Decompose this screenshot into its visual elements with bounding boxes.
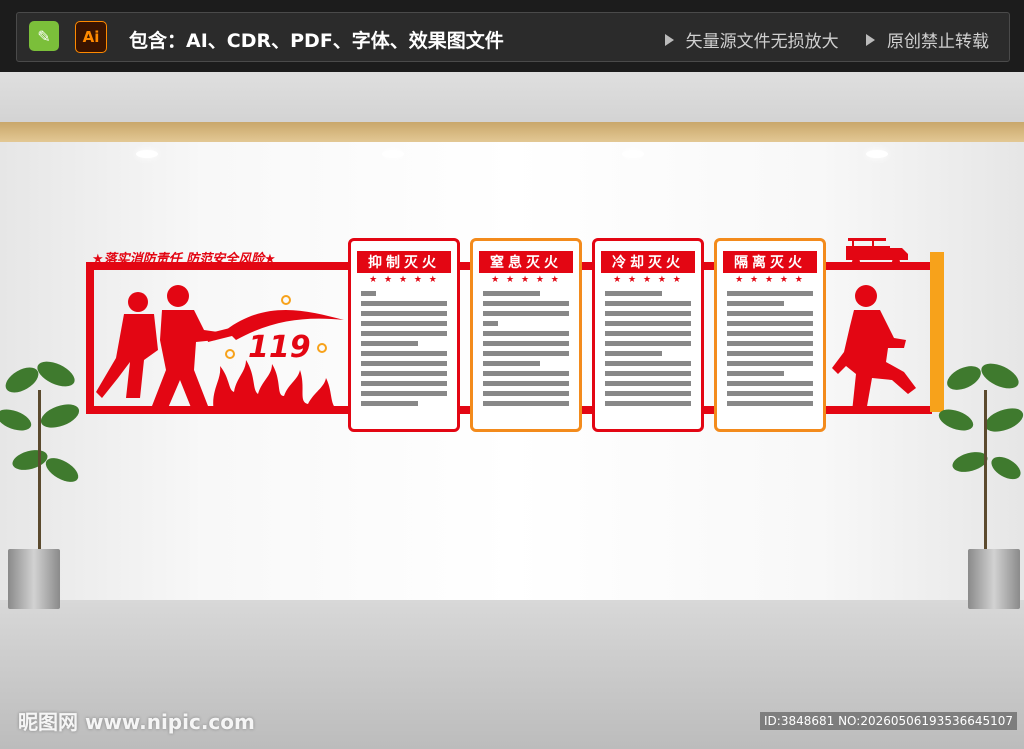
card-title: 冷却灭火 <box>601 251 695 273</box>
play-icon <box>866 34 875 46</box>
plant-pot-left <box>8 549 60 609</box>
potted-plant-right <box>938 363 1024 550</box>
fire-truck-icon <box>846 238 908 266</box>
emergency-number: 119 <box>248 330 311 365</box>
illustrator-icon: Ai <box>75 21 107 53</box>
note-original-text: 原创禁止转载 <box>887 32 989 52</box>
potted-plant-left <box>0 361 80 550</box>
ceiling-light <box>622 150 644 158</box>
ceiling-light <box>866 150 888 158</box>
card-stars: ★ ★ ★ ★ ★ <box>369 275 439 285</box>
top-bar: ✎ Ai 包含：AI、CDR、PDF、字体、效果图文件 矢量源文件无损放大 原创… <box>0 0 1024 72</box>
wood-beam <box>0 122 1024 142</box>
feature-notes: 矢量源文件无损放大 原创禁止转载 <box>643 27 989 52</box>
note-vector: 矢量源文件无损放大 <box>664 32 839 52</box>
card-title: 窒息灭火 <box>479 251 573 273</box>
card-text-placeholder <box>727 291 813 406</box>
card-title: 抑制灭火 <box>357 251 451 273</box>
card-stars: ★ ★ ★ ★ ★ <box>491 275 561 285</box>
ceiling-light <box>136 150 158 158</box>
top-bar-panel: ✎ Ai 包含：AI、CDR、PDF、字体、效果图文件 矢量源文件无损放大 原创… <box>16 12 1010 62</box>
slogan: ★落实消防责任 防范安全风险★ <box>92 252 276 267</box>
card-smother: 窒息灭火 ★ ★ ★ ★ ★ <box>470 238 582 432</box>
card-text-placeholder <box>605 291 691 406</box>
card-text-placeholder <box>361 291 447 406</box>
play-icon <box>664 34 674 46</box>
card-isolate: 隔离灭火 ★ ★ ★ ★ ★ <box>714 238 826 432</box>
card-title: 隔离灭火 <box>723 251 817 273</box>
image-id-label: ID:3848681 NO:20260506193536645107 <box>760 712 1018 730</box>
card-text-placeholder <box>483 291 569 406</box>
file-contents-title: 包含：AI、CDR、PDF、字体、效果图文件 <box>129 30 504 52</box>
card-suppress: 抑制灭火 ★ ★ ★ ★ ★ <box>348 238 460 432</box>
note-vector-text: 矢量源文件无损放大 <box>685 32 839 52</box>
plant-pot-right <box>968 549 1020 609</box>
firefighter-running-illustration <box>832 285 916 412</box>
card-stars: ★ ★ ★ ★ ★ <box>613 275 683 285</box>
note-original: 原创禁止转载 <box>866 32 989 52</box>
pen-tool-icon: ✎ <box>29 21 59 51</box>
card-stars: ★ ★ ★ ★ ★ <box>735 275 805 285</box>
site-watermark: 昵图网 www.nipic.com <box>18 710 255 734</box>
ceiling-light <box>382 150 404 158</box>
card-cool: 冷却灭火 ★ ★ ★ ★ ★ <box>592 238 704 432</box>
